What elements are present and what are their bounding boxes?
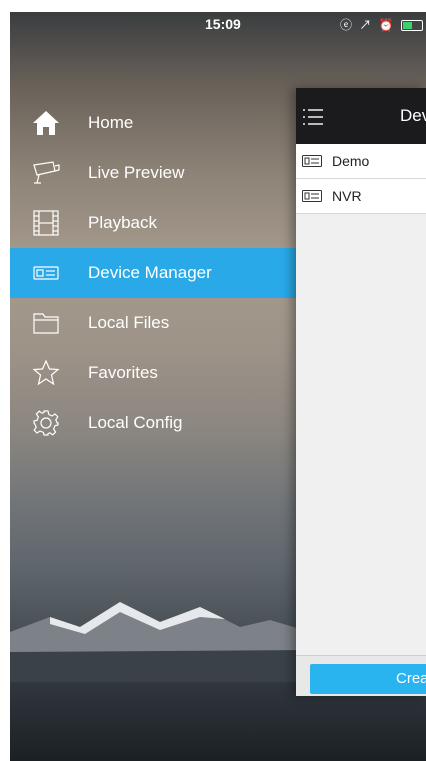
- menu-label-device-manager: Device Manager: [88, 263, 212, 282]
- home-icon: [30, 107, 62, 139]
- status-icons: ⓔ ↗ ⏰: [340, 16, 423, 33]
- create-button[interactable]: Crea: [310, 664, 426, 694]
- menu-item-playback[interactable]: Playback: [10, 198, 306, 248]
- status-icon-glyphs: ⓔ ↗ ⏰: [340, 18, 396, 32]
- status-time: 15:09: [205, 16, 241, 32]
- device-row-demo[interactable]: Demo: [296, 144, 426, 179]
- menu-label-playback: Playback: [88, 213, 157, 232]
- film-icon: [30, 207, 62, 239]
- device-icon: [30, 257, 62, 289]
- star-icon: [30, 357, 62, 389]
- menu-label-favorites: Favorites: [88, 363, 158, 382]
- app-screen: 15:09 ⓔ ↗ ⏰ Home Live Preview Playback D…: [10, 12, 426, 761]
- gear-icon: [30, 407, 62, 439]
- device-name: Demo: [332, 153, 370, 169]
- device-name: NVR: [332, 188, 362, 204]
- menu-item-favorites[interactable]: Favorites: [10, 348, 306, 398]
- device-icon: [302, 190, 322, 202]
- battery-icon: [400, 20, 423, 32]
- menu-list-icon[interactable]: [302, 108, 324, 126]
- menu-item-home[interactable]: Home: [10, 98, 306, 148]
- status-bar: 15:09 ⓔ ↗ ⏰: [10, 12, 426, 38]
- menu-item-device-manager[interactable]: Device Manager: [10, 248, 306, 298]
- menu-item-local-config[interactable]: Local Config: [10, 398, 306, 448]
- side-menu: Home Live Preview Playback Device Manage…: [10, 98, 306, 448]
- menu-label-local-files: Local Files: [88, 313, 170, 332]
- panel-footer: Crea: [296, 655, 426, 696]
- menu-item-local-files[interactable]: Local Files: [10, 298, 306, 348]
- menu-label-local-config: Local Config: [88, 413, 183, 432]
- menu-label-live-preview: Live Preview: [88, 163, 185, 182]
- device-manager-panel: Dev Demo NVR Crea: [296, 88, 426, 696]
- panel-header: Dev: [296, 88, 426, 144]
- menu-item-live-preview[interactable]: Live Preview: [10, 148, 306, 198]
- menu-label-home: Home: [88, 113, 134, 132]
- camera-icon: [30, 157, 62, 189]
- panel-title: Dev: [400, 106, 426, 125]
- background-mountain: [10, 602, 310, 682]
- device-icon: [302, 155, 322, 167]
- device-row-nvr[interactable]: NVR: [296, 179, 426, 214]
- folder-icon: [30, 307, 62, 339]
